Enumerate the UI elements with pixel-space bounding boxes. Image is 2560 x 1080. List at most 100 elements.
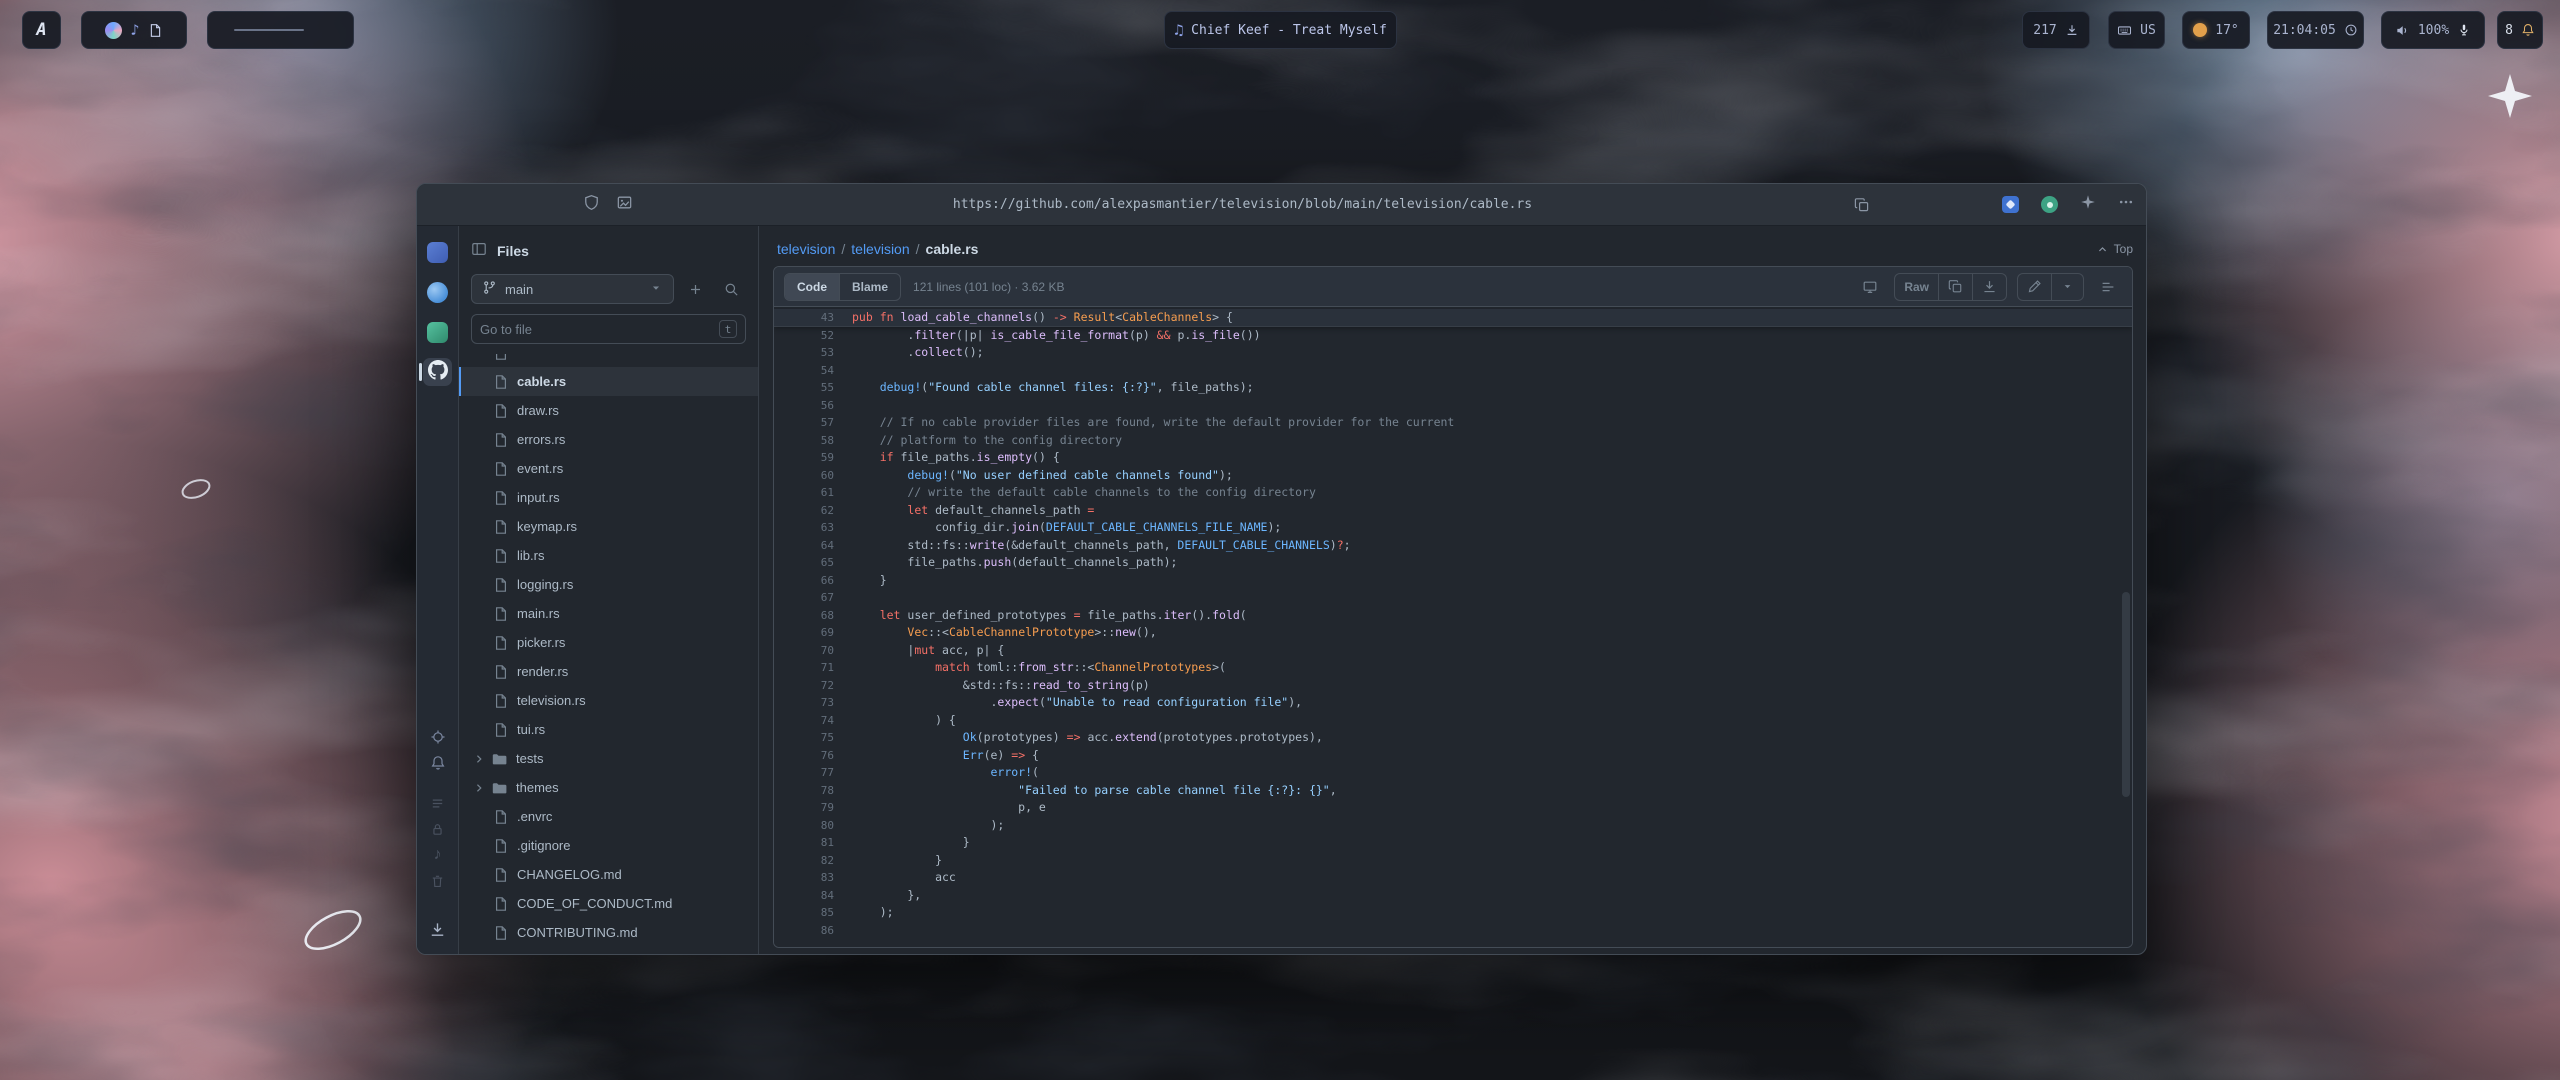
notifications-module[interactable]: 8 — [2497, 11, 2543, 49]
network-traffic-module[interactable]: 217 — [2022, 11, 2090, 49]
line-number[interactable]: 78 — [774, 782, 852, 800]
copy-link-icon[interactable] — [1854, 197, 1870, 213]
tree-item-keymap.rs[interactable]: keymap.rs — [459, 512, 758, 541]
tree-item-tests[interactable]: tests — [459, 744, 758, 773]
extension-green-icon[interactable] — [2041, 196, 2058, 213]
tree-item-main.rs[interactable]: main.rs — [459, 599, 758, 628]
line-number[interactable]: 68 — [774, 607, 852, 625]
history-icon[interactable] — [417, 790, 458, 816]
line-number[interactable]: 74 — [774, 712, 852, 730]
media-widget[interactable]: ♫ Chief Keef - Treat Myself — [1164, 11, 1397, 49]
notifications-icon[interactable] — [417, 750, 458, 776]
raw-button[interactable]: Raw — [1895, 274, 1938, 300]
go-to-file-input[interactable] — [480, 322, 713, 337]
clock-module[interactable]: 21:04:05 — [2267, 11, 2364, 49]
line-number[interactable]: 81 — [774, 834, 852, 852]
weather-module[interactable]: 17° — [2182, 11, 2250, 49]
line-number[interactable]: 62 — [774, 502, 852, 520]
tree-item-tui.rs[interactable]: tui.rs — [459, 715, 758, 744]
tree-item-event.rs[interactable]: event.rs — [459, 454, 758, 483]
line-number[interactable]: 55 — [774, 379, 852, 397]
line-number[interactable]: 71 — [774, 659, 852, 677]
line-number[interactable]: 83 — [774, 869, 852, 887]
line-number[interactable]: 56 — [774, 397, 852, 415]
tree-item-picker.rs[interactable]: picker.rs — [459, 628, 758, 657]
line-number[interactable]: 86 — [774, 922, 852, 940]
back-to-top-link[interactable]: Top — [2096, 242, 2133, 256]
tree-item-draw.rs[interactable]: draw.rs — [459, 396, 758, 425]
edit-dropdown-caret-icon[interactable] — [2051, 274, 2083, 300]
branch-selector[interactable]: main — [471, 274, 674, 304]
tab-app-3[interactable] — [417, 318, 458, 346]
tree-item-clipped[interactable] — [459, 354, 758, 367]
tree-item-CHANGELOG.md[interactable]: CHANGELOG.md — [459, 860, 758, 889]
line-number[interactable]: 82 — [774, 852, 852, 870]
line-number[interactable]: 57 — [774, 414, 852, 432]
tree-item-.envrc[interactable]: .envrc — [459, 802, 758, 831]
tree-item-CODE_OF_CONDUCT.md[interactable]: CODE_OF_CONDUCT.md — [459, 889, 758, 918]
edit-pencil-icon[interactable] — [2018, 274, 2051, 300]
window-title-module[interactable] — [207, 11, 354, 49]
line-number[interactable]: 61 — [774, 484, 852, 502]
url-bar[interactable]: https://github.com/alexpasmantier/televi… — [417, 197, 2068, 212]
tree-item-clipped[interactable] — [459, 947, 758, 954]
tree-item-cable.rs[interactable]: cable.rs — [459, 367, 758, 396]
tab-code[interactable]: Code — [785, 274, 839, 300]
line-number[interactable]: 80 — [774, 817, 852, 835]
star-icon[interactable] — [2080, 194, 2096, 215]
tree-item-errors.rs[interactable]: errors.rs — [459, 425, 758, 454]
downloads-icon[interactable] — [417, 916, 458, 942]
tree-item-television.rs[interactable]: television.rs — [459, 686, 758, 715]
line-number[interactable]: 84 — [774, 887, 852, 905]
line-number[interactable]: 69 — [774, 624, 852, 642]
media-panel-icon[interactable]: ♪ — [417, 842, 458, 868]
lock-icon[interactable] — [417, 816, 458, 842]
line-number[interactable]: 58 — [774, 432, 852, 450]
taskbar-apps-module[interactable]: ♪ — [81, 11, 187, 49]
tree-item-themes[interactable]: themes — [459, 773, 758, 802]
tree-item-.gitignore[interactable]: .gitignore — [459, 831, 758, 860]
tree-item-lib.rs[interactable]: lib.rs — [459, 541, 758, 570]
line-number[interactable]: 70 — [774, 642, 852, 660]
line-number[interactable]: 79 — [774, 799, 852, 817]
music-note-icon[interactable]: ♪ — [130, 21, 139, 39]
collapse-sidebar-icon[interactable] — [471, 241, 487, 262]
line-number[interactable]: 85 — [774, 904, 852, 922]
line-number[interactable]: 73 — [774, 694, 852, 712]
workspace-swirl-icon[interactable] — [105, 22, 122, 39]
breadcrumb-folder-link[interactable]: television — [851, 241, 909, 257]
tree-item-input.rs[interactable]: input.rs — [459, 483, 758, 512]
tab-app-1[interactable] — [417, 238, 458, 266]
keyboard-layout-module[interactable]: US — [2108, 11, 2165, 49]
line-number[interactable]: 76 — [774, 747, 852, 765]
scrollbar-thumb[interactable] — [2122, 592, 2130, 797]
line-number[interactable]: 43 — [774, 309, 852, 326]
download-raw-icon[interactable] — [1972, 274, 2006, 300]
tree-item-CONTRIBUTING.md[interactable]: CONTRIBUTING.md — [459, 918, 758, 947]
breadcrumb-repo-link[interactable]: television — [777, 241, 835, 257]
line-number[interactable]: 66 — [774, 572, 852, 590]
tab-blame[interactable]: Blame — [839, 274, 900, 300]
line-number[interactable]: 54 — [774, 362, 852, 380]
monitor-icon[interactable] — [1856, 273, 1884, 301]
line-number[interactable]: 65 — [774, 554, 852, 572]
line-number[interactable]: 63 — [774, 519, 852, 537]
line-number[interactable]: 67 — [774, 589, 852, 607]
browser-menu-icon[interactable] — [2118, 194, 2134, 215]
line-number[interactable]: 75 — [774, 729, 852, 747]
search-repo-button[interactable] — [716, 274, 746, 304]
locate-icon[interactable] — [417, 724, 458, 750]
add-file-button[interactable] — [680, 274, 710, 304]
line-number[interactable]: 77 — [774, 764, 852, 782]
line-number[interactable]: 53 — [774, 344, 852, 362]
trash-icon[interactable] — [417, 868, 458, 894]
line-number[interactable]: 60 — [774, 467, 852, 485]
line-number[interactable]: 52 — [774, 327, 852, 345]
line-number[interactable]: 59 — [774, 449, 852, 467]
document-icon[interactable] — [148, 23, 163, 38]
tree-item-logging.rs[interactable]: logging.rs — [459, 570, 758, 599]
line-number[interactable]: 72 — [774, 677, 852, 695]
volume-module[interactable]: 100% — [2381, 11, 2485, 49]
line-number[interactable]: 64 — [774, 537, 852, 555]
tab-github-active[interactable] — [417, 358, 458, 386]
